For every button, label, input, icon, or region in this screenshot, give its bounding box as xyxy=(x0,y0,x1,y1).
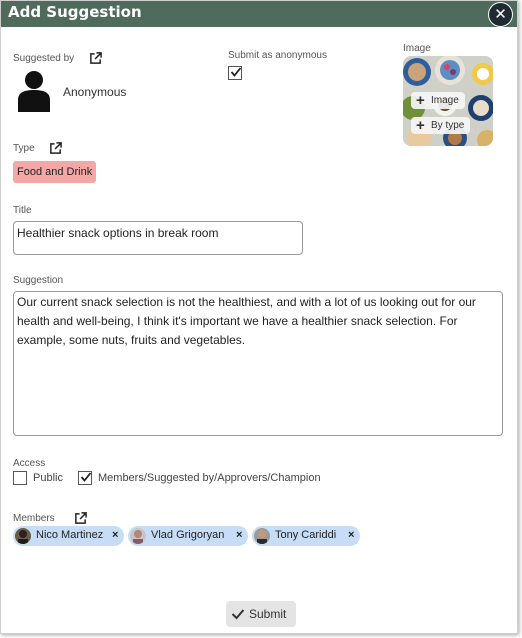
check-icon xyxy=(231,609,245,620)
check-icon xyxy=(230,67,242,77)
close-button[interactable]: ✕ xyxy=(488,2,513,27)
submit-label: Submit xyxy=(249,607,287,621)
external-link-icon[interactable] xyxy=(74,512,87,525)
add-image-label: Image xyxy=(431,95,459,106)
add-image-button[interactable]: + Image xyxy=(411,92,465,109)
remove-member-icon[interactable]: × xyxy=(236,529,242,541)
member-name: Vlad Grigoryan xyxy=(151,529,225,541)
suggestion-image[interactable]: + Image + By type xyxy=(403,56,493,146)
suggestion-label: Suggestion xyxy=(13,275,64,286)
external-link-icon[interactable] xyxy=(89,52,102,65)
title-label: Title xyxy=(13,205,32,216)
dialog-header: Add Suggestion ✕ xyxy=(1,1,517,27)
members-access-checkbox[interactable] xyxy=(78,471,92,485)
public-label: Public xyxy=(33,472,63,484)
suggestion-textarea[interactable]: Our current snack selection is not the h… xyxy=(13,291,503,436)
dialog-title: Add Suggestion xyxy=(8,3,142,21)
title-input[interactable]: Healthier snack options in break room xyxy=(13,221,303,255)
anonymous-label: Submit as anonymous xyxy=(228,50,327,61)
suggested-by-label: Suggested by xyxy=(13,53,75,64)
avatar xyxy=(254,528,270,544)
remove-member-icon[interactable]: × xyxy=(112,529,118,541)
add-suggestion-dialog: Add Suggestion ✕ Suggested by Anonymous … xyxy=(0,0,518,634)
plus-icon: + xyxy=(416,117,425,134)
suggested-by-name: Anonymous xyxy=(63,85,127,99)
image-by-type-button[interactable]: + By type xyxy=(411,117,471,134)
by-type-label: By type xyxy=(431,120,465,131)
type-label: Type xyxy=(13,143,35,154)
remove-member-icon[interactable]: × xyxy=(348,529,354,541)
anonymous-checkbox[interactable] xyxy=(228,66,242,80)
member-chip: Tony Cariddi × xyxy=(252,526,360,546)
plus-icon: + xyxy=(416,92,425,109)
member-chip: Nico Martinez × xyxy=(13,526,124,546)
member-chip: Vlad Grigoryan × xyxy=(128,526,248,546)
public-checkbox[interactable] xyxy=(13,471,27,485)
member-name: Nico Martinez xyxy=(36,529,104,541)
image-label: Image xyxy=(403,43,431,54)
avatar xyxy=(130,528,146,544)
submit-button[interactable]: Submit xyxy=(226,601,296,627)
close-icon: ✕ xyxy=(494,6,507,23)
check-icon xyxy=(80,472,92,482)
access-label: Access xyxy=(13,458,46,469)
person-avatar-icon xyxy=(18,71,50,112)
type-badge[interactable]: Food and Drink xyxy=(13,161,97,183)
avatar xyxy=(15,528,31,544)
member-name: Tony Cariddi xyxy=(275,529,337,541)
members-label: Members xyxy=(13,513,55,524)
external-link-icon[interactable] xyxy=(49,142,62,155)
members-access-label: Members/Suggested by/Approvers/Champion xyxy=(98,472,321,484)
